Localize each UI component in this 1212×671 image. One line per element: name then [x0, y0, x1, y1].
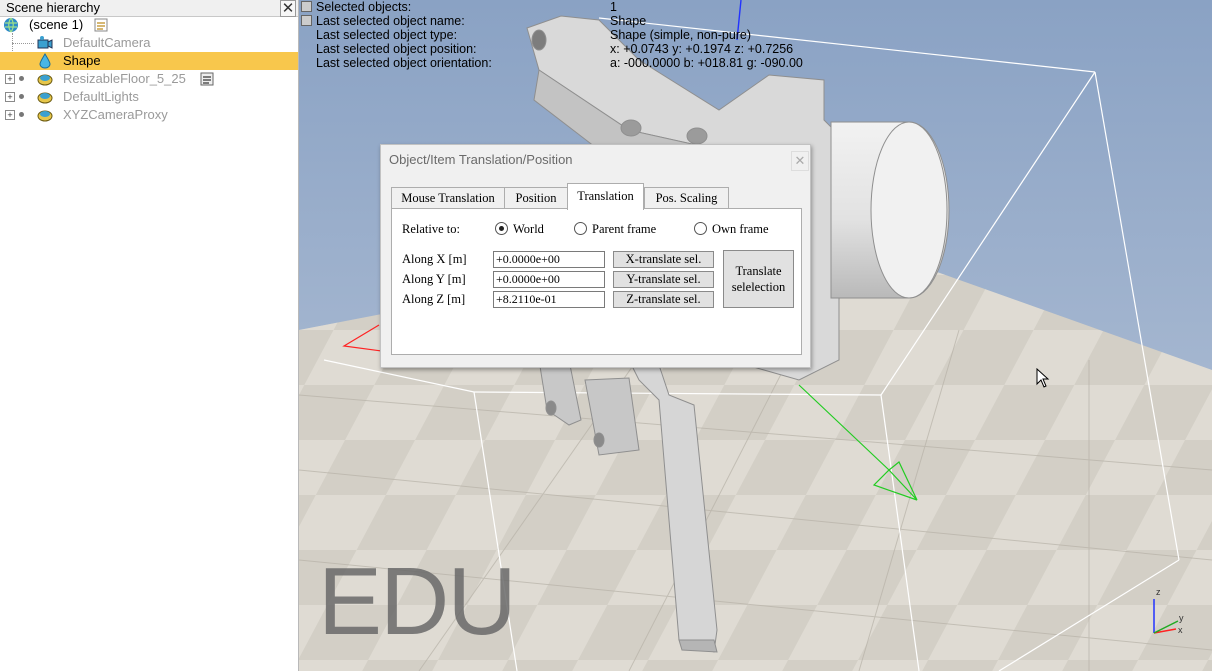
scene-hierarchy-panel: Scene hierarchy ✕ (scene 1) DefaultCamer… [0, 0, 299, 671]
globe-icon [4, 17, 18, 33]
scene-hierarchy-header: Scene hierarchy ✕ [0, 0, 298, 17]
radio-own-frame[interactable] [694, 222, 707, 235]
expand-icon[interactable]: + [5, 110, 15, 120]
edu-watermark: EDU [318, 548, 517, 655]
tree-item-label: XYZCameraProxy [63, 107, 168, 122]
tree-item-label: Shape [63, 53, 101, 68]
shape-drop-icon [39, 53, 51, 69]
proxy-icon [37, 110, 53, 122]
close-icon[interactable]: ✕ [280, 0, 296, 17]
tree-item-label: DefaultCamera [63, 35, 151, 50]
radio-world[interactable] [495, 222, 508, 235]
translation-tab-panel: Relative to: World Parent frame Own fram… [391, 208, 802, 355]
along-y-field[interactable]: +0.0000e+00 [493, 271, 605, 288]
close-icon[interactable]: ✕ [791, 151, 809, 171]
info-key: Last selected object position: [316, 42, 477, 56]
mouse-cursor-icon [1036, 368, 1050, 388]
along-z-label: Along Z [m] [402, 292, 466, 306]
tab-pos-scaling[interactable]: Pos. Scaling [644, 187, 729, 209]
gizmo-y-label: y [1179, 613, 1184, 623]
expand-icon[interactable]: + [5, 92, 15, 102]
overlay-toggle-handles[interactable] [301, 1, 312, 29]
tree-item-resizablefloor[interactable]: + ResizableFloor_5_25 [0, 70, 298, 88]
along-y-label: Along Y [m] [402, 272, 466, 286]
tree-item-defaultlights[interactable]: + DefaultLights [0, 88, 298, 106]
info-value: 1 [610, 0, 617, 14]
translate-button-label: Translate selelection [732, 263, 785, 295]
lights-icon [37, 92, 53, 104]
translate-button-line1: Translate [735, 264, 782, 278]
relative-to-label: Relative to: [402, 222, 460, 236]
floor-icon [37, 74, 53, 86]
bullet-icon [19, 76, 24, 81]
overlay-handle[interactable] [301, 15, 312, 26]
tree-item-label: DefaultLights [63, 89, 139, 104]
along-z-field[interactable]: +8.2110e-01 [493, 291, 605, 308]
dialog-title: Object/Item Translation/Position [389, 152, 573, 167]
bullet-icon [19, 94, 24, 99]
info-value: a: -000.0000 b: +018.81 g: -090.00 [610, 56, 803, 70]
expand-icon[interactable]: + [5, 74, 15, 84]
info-key: Last selected object name: [316, 14, 465, 28]
z-translate-button[interactable]: Z-translate sel. [613, 291, 714, 308]
y-translate-button[interactable]: Y-translate sel. [613, 271, 714, 288]
along-x-label: Along X [m] [402, 252, 467, 266]
tab-position[interactable]: Position [504, 187, 568, 209]
gizmo-z-label: z [1156, 587, 1161, 597]
radio-own-frame-label[interactable]: Own frame [712, 222, 769, 237]
info-key: Last selected object type: [316, 28, 458, 42]
tree-item-label: ResizableFloor_5_25 [63, 71, 186, 86]
radio-parent-frame-label[interactable]: Parent frame [592, 222, 656, 237]
translate-selection-button[interactable]: Translate selelection [723, 250, 794, 308]
info-value: x: +0.0743 y: +0.1974 z: +0.7256 [610, 42, 794, 56]
tree-item-defaultcamera[interactable]: DefaultCamera [0, 34, 298, 52]
bullet-icon [19, 112, 24, 117]
script-icon[interactable] [93, 17, 109, 33]
tree-item-xyzcameraproxy[interactable]: + XYZCameraProxy [0, 106, 298, 124]
tree-item-scene[interactable]: (scene 1) [0, 16, 298, 34]
along-x-field[interactable]: +0.0000e+00 [493, 251, 605, 268]
translate-button-line2: selelection [731, 280, 786, 294]
tree-item-label: (scene 1) [29, 17, 84, 32]
translation-position-dialog: Object/Item Translation/Position ✕ Mouse… [380, 144, 811, 368]
gizmo-x-label: x [1178, 625, 1183, 635]
tree-item-shape[interactable]: Shape [0, 52, 298, 70]
overlay-handle[interactable] [301, 1, 312, 12]
info-value: Shape (simple, non-pure) [610, 28, 752, 42]
tab-translation[interactable]: Translation [567, 183, 644, 210]
info-key: Last selected object orientation: [316, 56, 492, 70]
scene-hierarchy-title: Scene hierarchy [6, 0, 100, 15]
info-value: Shape [610, 14, 647, 28]
axes-gizmo: z y x [1153, 587, 1184, 635]
camera-icon [37, 36, 53, 49]
info-key: Selected objects: [316, 0, 412, 14]
radio-parent-frame[interactable] [574, 222, 587, 235]
script-icon[interactable] [199, 71, 215, 87]
x-translate-button[interactable]: X-translate sel. [613, 251, 714, 268]
radio-world-label[interactable]: World [513, 222, 544, 237]
tab-mouse-translation[interactable]: Mouse Translation [391, 187, 505, 209]
